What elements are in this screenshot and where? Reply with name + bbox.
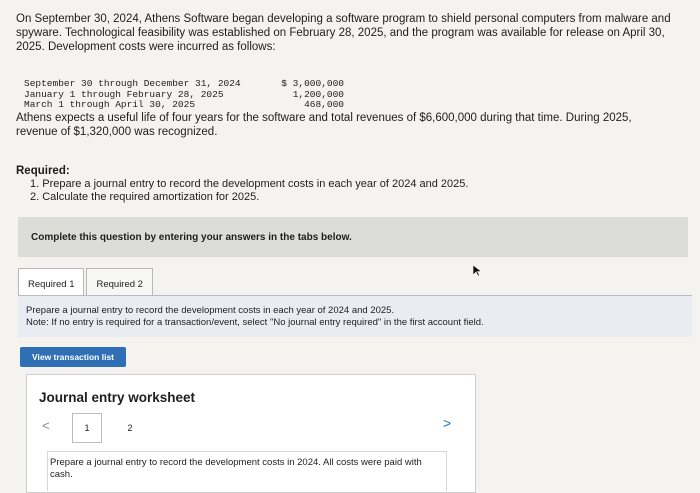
cost-row: September 30 through December 31, 2024 $… (24, 78, 344, 90)
problem-intro: On September 30, 2024, Athens Software b… (16, 13, 671, 53)
worksheet-page-1[interactable]: 1 (72, 413, 102, 443)
worksheet-description: Prepare a journal entry to record the de… (47, 451, 447, 491)
cost-row: March 1 through April 30, 2025 468,000 (24, 99, 344, 111)
cost-schedule: September 30 through December 31, 2024 $… (24, 78, 344, 111)
chevron-right-icon[interactable]: > (443, 415, 451, 431)
worksheet-page-2[interactable]: 2 (115, 413, 145, 443)
required-list: 1. Prepare a journal entry to record the… (30, 178, 468, 204)
chevron-left-icon[interactable]: < (42, 418, 50, 433)
worksheet-title: Journal entry worksheet (39, 390, 196, 405)
cost-period: September 30 through December 31, 2024 (24, 78, 241, 89)
mouse-cursor-icon (472, 264, 483, 282)
cost-amount: 468,000 (304, 99, 344, 110)
cost-period: March 1 through April 30, 2025 (24, 99, 196, 110)
panel-instruction: Prepare a journal entry to record the de… (26, 305, 395, 316)
tab-panel: Prepare a journal entry to record the de… (18, 295, 692, 337)
view-transaction-list-button[interactable]: View transaction list (20, 347, 126, 367)
required-heading: Required: (16, 165, 70, 177)
cost-amount: $ 3,000,000 (281, 78, 344, 89)
problem-details: Athens expects a useful life of four yea… (16, 112, 632, 138)
journal-entry-worksheet: Journal entry worksheet < 1 2 Prepare a … (26, 374, 476, 493)
instruction-banner: Complete this question by entering your … (18, 217, 688, 257)
required-item: 1. Prepare a journal entry to record the… (30, 178, 469, 190)
required-item: 2. Calculate the required amortization f… (30, 191, 260, 203)
panel-note: Note: If no entry is required for a tran… (26, 316, 484, 328)
